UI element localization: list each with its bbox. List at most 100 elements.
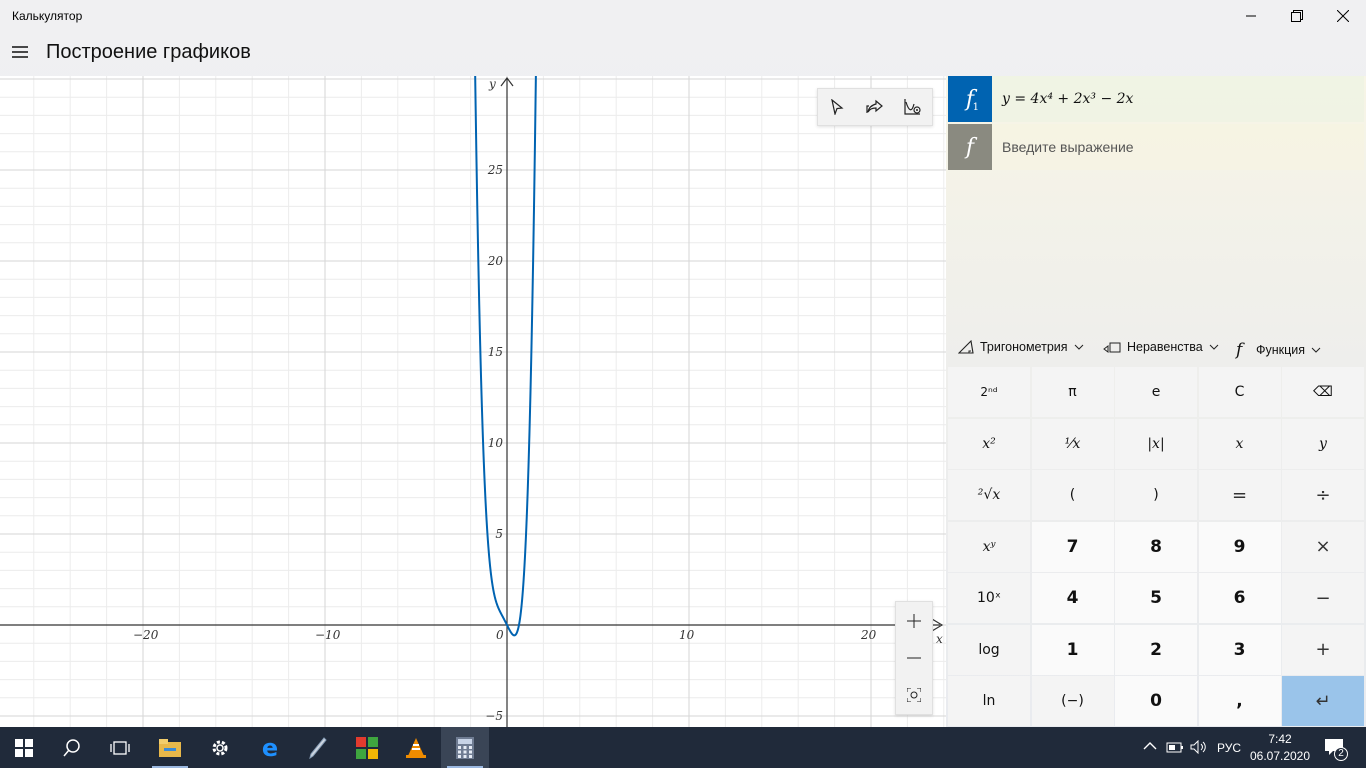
graph-toolbar	[817, 88, 933, 126]
absolute-key[interactable]: |x|	[1115, 418, 1197, 469]
trace-icon	[831, 99, 844, 115]
minus-icon	[907, 657, 921, 659]
inequalities-dropdown[interactable]: Неравенства	[1103, 340, 1219, 354]
speaker-icon[interactable]	[1190, 740, 1208, 754]
x-tick-label: 20	[860, 628, 877, 642]
ten-power-key[interactable]: 10ˣ	[948, 573, 1030, 623]
digit-3-key[interactable]: 3	[1198, 624, 1281, 675]
y-axis-label: y	[488, 77, 496, 91]
notification-center-button[interactable]: 2	[1322, 735, 1348, 761]
windows-start-icon	[15, 738, 33, 757]
menu-button[interactable]	[8, 40, 32, 64]
multiply-key[interactable]: ×	[1282, 521, 1364, 572]
x-tick-label: −20	[133, 628, 159, 642]
taskbar-file-explorer[interactable]	[146, 727, 194, 768]
taskbar: e РУС 7:42 06.07.2020 2	[0, 727, 1366, 768]
expression-input[interactable]: Введите выражение	[992, 124, 1364, 170]
graph-plot: x y −20 −10 0 10 20 25 20 15 10 5 −5	[0, 76, 946, 727]
taskbar-pen-app[interactable]	[294, 727, 342, 768]
zoom-out-button[interactable]	[896, 640, 932, 676]
negate-key[interactable]: (−)	[1031, 676, 1114, 726]
calculator-icon	[456, 736, 474, 759]
function-row-1[interactable]: f1 y = 4x⁴ + 2x³ − 2x	[948, 76, 1364, 122]
add-key[interactable]: +	[1282, 624, 1364, 675]
graph-canvas[interactable]: x y −20 −10 0 10 20 25 20 15 10 5 −5	[0, 76, 946, 727]
digit-6-key[interactable]: 6	[1198, 573, 1281, 623]
pi-key[interactable]: π	[1031, 367, 1114, 417]
function-dropdown[interactable]: f Функция	[1236, 340, 1321, 360]
log-key[interactable]: log	[948, 624, 1030, 675]
y-tick-label: 20	[487, 254, 504, 268]
digit-9-key[interactable]: 9	[1198, 521, 1281, 572]
category-label: Неравенства	[1127, 340, 1203, 354]
close-button[interactable]	[1320, 0, 1366, 32]
minimize-button[interactable]	[1228, 0, 1274, 32]
clock[interactable]: 7:42 06.07.2020	[1248, 731, 1312, 765]
pen-app-icon	[309, 736, 327, 759]
digit-8-key[interactable]: 8	[1115, 521, 1197, 572]
office-app-icon	[356, 736, 378, 759]
taskbar-edge[interactable]: e	[246, 727, 294, 768]
enter-key[interactable]: ↵	[1282, 676, 1364, 726]
ln-key[interactable]: ln	[948, 676, 1030, 726]
task-view-button[interactable]	[96, 727, 144, 768]
restore-button[interactable]	[1274, 0, 1320, 32]
clear-key[interactable]: C	[1198, 367, 1281, 417]
y-tick-label: 15	[488, 345, 503, 359]
taskbar-office-app[interactable]	[343, 727, 391, 768]
y-tick-label: 5	[495, 527, 503, 541]
taskbar-vlc[interactable]	[392, 727, 440, 768]
graph-settings-icon	[904, 99, 921, 115]
power-key[interactable]: xʸ	[948, 521, 1030, 572]
reciprocal-key[interactable]: ¹⁄x	[1031, 418, 1114, 469]
digit-2-key[interactable]: 2	[1115, 624, 1197, 675]
function-color-swatch[interactable]: f1	[948, 76, 992, 122]
subtract-key[interactable]: −	[1282, 573, 1364, 623]
zoom-fit-button[interactable]	[896, 677, 932, 713]
category-label: Функция	[1256, 343, 1306, 357]
x-variable-key[interactable]: x	[1198, 418, 1281, 469]
taskbar-calculator[interactable]	[441, 727, 489, 768]
divide-key[interactable]: ÷	[1282, 470, 1364, 520]
start-button[interactable]	[0, 727, 48, 768]
restore-icon	[1291, 10, 1303, 22]
trace-button[interactable]	[821, 91, 853, 123]
window-title: Калькулятор	[12, 9, 83, 23]
category-label: Тригонометрия	[980, 340, 1068, 354]
function-row-2[interactable]: f Введите выражение	[948, 124, 1364, 170]
open-paren-key[interactable]: (	[1031, 470, 1114, 520]
chevron-down-icon	[1209, 344, 1219, 350]
task-view-icon	[110, 740, 130, 755]
equals-key[interactable]: =	[1198, 470, 1281, 520]
digit-0-key[interactable]: 0	[1115, 676, 1197, 726]
second-function-key[interactable]: 2ⁿᵈ	[948, 367, 1030, 417]
digit-1-key[interactable]: 1	[1031, 624, 1114, 675]
digit-5-key[interactable]: 5	[1115, 573, 1197, 623]
square-root-key[interactable]: ²√x	[948, 470, 1030, 520]
input-language-indicator[interactable]: РУС	[1217, 741, 1241, 755]
chevron-down-icon	[1074, 344, 1083, 350]
function-expression[interactable]: y = 4x⁴ + 2x³ − 2x	[992, 76, 1364, 122]
clock-time: 7:42	[1268, 732, 1292, 746]
inequality-icon	[1103, 342, 1121, 353]
close-paren-key[interactable]: )	[1115, 470, 1197, 520]
taskbar-settings[interactable]	[196, 727, 244, 768]
function-color-swatch[interactable]: f	[948, 124, 992, 170]
page-title: Построение графиков	[46, 41, 251, 63]
decimal-separator-key[interactable]: ,	[1198, 676, 1281, 726]
function-index: 1	[972, 102, 979, 113]
trigonometry-dropdown[interactable]: Тригонометрия	[958, 340, 1084, 354]
chevron-up-icon[interactable]	[1143, 741, 1157, 751]
search-button[interactable]	[48, 727, 96, 768]
share-button[interactable]	[859, 91, 891, 123]
zoom-in-button[interactable]	[896, 603, 932, 639]
backspace-key[interactable]: ⌫	[1282, 367, 1364, 417]
graph-settings-button[interactable]	[897, 91, 929, 123]
digit-7-key[interactable]: 7	[1031, 521, 1114, 572]
square-key[interactable]: x²	[948, 418, 1030, 469]
battery-icon[interactable]	[1166, 740, 1184, 754]
digit-4-key[interactable]: 4	[1031, 573, 1114, 623]
x-tick-label: 0	[496, 628, 504, 642]
y-variable-key[interactable]: y	[1282, 418, 1364, 469]
euler-key[interactable]: e	[1115, 367, 1197, 417]
